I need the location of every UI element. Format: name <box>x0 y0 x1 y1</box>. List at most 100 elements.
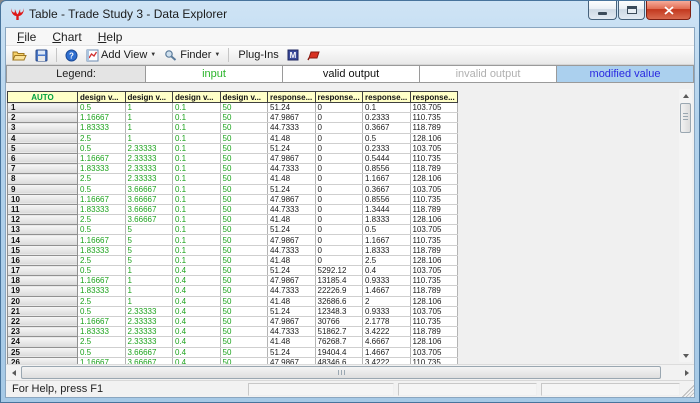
row-header-19[interactable]: 19 <box>8 286 78 296</box>
cell-r24-c4[interactable]: 50 <box>220 337 268 347</box>
menu-file[interactable]: File <box>9 29 44 45</box>
menu-chart[interactable]: Chart <box>44 29 89 45</box>
cell-r26-c8[interactable]: 110.735 <box>410 357 458 364</box>
cell-r14-c4[interactable]: 50 <box>220 235 268 245</box>
row-header-13[interactable]: 13 <box>8 225 78 235</box>
cell-r2-c5[interactable]: 47.9867 <box>268 113 316 123</box>
cell-r25-c4[interactable]: 50 <box>220 347 268 357</box>
row-header-9[interactable]: 9 <box>8 184 78 194</box>
row-header-21[interactable]: 21 <box>8 306 78 316</box>
cell-r15-c8[interactable]: 118.789 <box>410 245 458 255</box>
cell-r9-c2[interactable]: 3.66667 <box>125 184 173 194</box>
cell-r24-c7[interactable]: 4.6667 <box>363 337 411 347</box>
cell-r17-c6[interactable]: 5292.12 <box>315 266 363 276</box>
cell-r15-c4[interactable]: 50 <box>220 245 268 255</box>
cell-r11-c5[interactable]: 44.7333 <box>268 204 316 214</box>
cell-r25-c3[interactable]: 0.4 <box>173 347 221 357</box>
minimize-button[interactable] <box>588 1 617 20</box>
cell-r11-c7[interactable]: 1.3444 <box>363 204 411 214</box>
cell-r9-c7[interactable]: 0.3667 <box>363 184 411 194</box>
cell-r14-c7[interactable]: 1.1667 <box>363 235 411 245</box>
cell-r2-c7[interactable]: 0.2333 <box>363 113 411 123</box>
row-header-26[interactable]: 26 <box>8 357 78 364</box>
cell-r17-c7[interactable]: 0.4 <box>363 266 411 276</box>
cell-r14-c6[interactable]: 0 <box>315 235 363 245</box>
cell-r3-c4[interactable]: 50 <box>220 123 268 133</box>
cell-r7-c8[interactable]: 118.789 <box>410 164 458 174</box>
cell-r5-c2[interactable]: 2.33333 <box>125 143 173 153</box>
cell-r5-c4[interactable]: 50 <box>220 143 268 153</box>
cell-r17-c8[interactable]: 103.705 <box>410 266 458 276</box>
cell-r26-c4[interactable]: 50 <box>220 357 268 364</box>
cell-r1-c7[interactable]: 0.1 <box>363 103 411 113</box>
cell-r19-c5[interactable]: 44.7333 <box>268 286 316 296</box>
cell-r13-c3[interactable]: 0.1 <box>173 225 221 235</box>
cell-r23-c7[interactable]: 3.4222 <box>363 327 411 337</box>
cell-r16-c3[interactable]: 0.1 <box>173 255 221 265</box>
cell-r14-c3[interactable]: 0.1 <box>173 235 221 245</box>
row-header-3[interactable]: 3 <box>8 123 78 133</box>
cell-r14-c2[interactable]: 5 <box>125 235 173 245</box>
cell-r4-c5[interactable]: 41.48 <box>268 133 316 143</box>
cell-r4-c7[interactable]: 0.5 <box>363 133 411 143</box>
cell-r22-c2[interactable]: 2.33333 <box>125 316 173 326</box>
cell-r6-c1[interactable]: 1.16667 <box>78 153 126 163</box>
cell-r21-c3[interactable]: 0.4 <box>173 306 221 316</box>
cell-r12-c6[interactable]: 0 <box>315 215 363 225</box>
auto-corner-cell[interactable]: AUTO <box>8 92 78 103</box>
row-header-11[interactable]: 11 <box>8 204 78 214</box>
cell-r18-c7[interactable]: 0.9333 <box>363 276 411 286</box>
cell-r18-c1[interactable]: 1.16667 <box>78 276 126 286</box>
cell-r18-c2[interactable]: 1 <box>125 276 173 286</box>
cell-r1-c3[interactable]: 0.1 <box>173 103 221 113</box>
cell-r8-c6[interactable]: 0 <box>315 174 363 184</box>
cell-r19-c7[interactable]: 1.4667 <box>363 286 411 296</box>
cell-r13-c5[interactable]: 51.24 <box>268 225 316 235</box>
cell-r15-c2[interactable]: 5 <box>125 245 173 255</box>
cell-r3-c5[interactable]: 44.7333 <box>268 123 316 133</box>
cell-r20-c3[interactable]: 0.4 <box>173 296 221 306</box>
cell-r20-c2[interactable]: 1 <box>125 296 173 306</box>
cell-r7-c1[interactable]: 1.83333 <box>78 164 126 174</box>
row-header-1[interactable]: 1 <box>8 103 78 113</box>
row-header-14[interactable]: 14 <box>8 235 78 245</box>
cell-r9-c4[interactable]: 50 <box>220 184 268 194</box>
cell-r20-c4[interactable]: 50 <box>220 296 268 306</box>
open-button[interactable] <box>9 47 30 64</box>
cell-r23-c6[interactable]: 51862.7 <box>315 327 363 337</box>
resize-grip-icon[interactable] <box>682 385 694 397</box>
cell-r6-c5[interactable]: 47.9867 <box>268 153 316 163</box>
cell-r3-c6[interactable]: 0 <box>315 123 363 133</box>
cell-r6-c7[interactable]: 0.5444 <box>363 153 411 163</box>
cell-r22-c1[interactable]: 1.16667 <box>78 316 126 326</box>
cell-r12-c8[interactable]: 128.106 <box>410 215 458 225</box>
scroll-up-button[interactable] <box>679 89 692 102</box>
cell-r24-c5[interactable]: 41.48 <box>268 337 316 347</box>
cell-r3-c1[interactable]: 1.83333 <box>78 123 126 133</box>
cell-r8-c3[interactable]: 0.1 <box>173 174 221 184</box>
cell-r23-c3[interactable]: 0.4 <box>173 327 221 337</box>
cell-r20-c8[interactable]: 128.106 <box>410 296 458 306</box>
cell-r26-c2[interactable]: 3.66667 <box>125 357 173 364</box>
cell-r15-c3[interactable]: 0.1 <box>173 245 221 255</box>
cell-r12-c4[interactable]: 50 <box>220 215 268 225</box>
cell-r14-c8[interactable]: 110.735 <box>410 235 458 245</box>
help-button[interactable]: ? <box>62 47 81 64</box>
cell-r5-c1[interactable]: 0.5 <box>78 143 126 153</box>
cell-r24-c1[interactable]: 2.5 <box>78 337 126 347</box>
cell-r16-c7[interactable]: 2.5 <box>363 255 411 265</box>
cell-r19-c3[interactable]: 0.4 <box>173 286 221 296</box>
cell-r17-c4[interactable]: 50 <box>220 266 268 276</box>
cell-r6-c4[interactable]: 50 <box>220 153 268 163</box>
vertical-scroll-thumb[interactable] <box>680 103 691 133</box>
add-view-button[interactable]: Add View▼ <box>83 47 159 64</box>
column-header-1[interactable]: design v... <box>78 92 126 103</box>
cell-r22-c7[interactable]: 2.1778 <box>363 316 411 326</box>
cell-r4-c3[interactable]: 0.1 <box>173 133 221 143</box>
cell-r9-c8[interactable]: 103.705 <box>410 184 458 194</box>
cell-r18-c6[interactable]: 13185.4 <box>315 276 363 286</box>
cell-r12-c3[interactable]: 0.1 <box>173 215 221 225</box>
vertical-scrollbar[interactable] <box>679 89 692 362</box>
horizontal-scrollbar[interactable] <box>6 364 694 380</box>
cell-r12-c1[interactable]: 2.5 <box>78 215 126 225</box>
